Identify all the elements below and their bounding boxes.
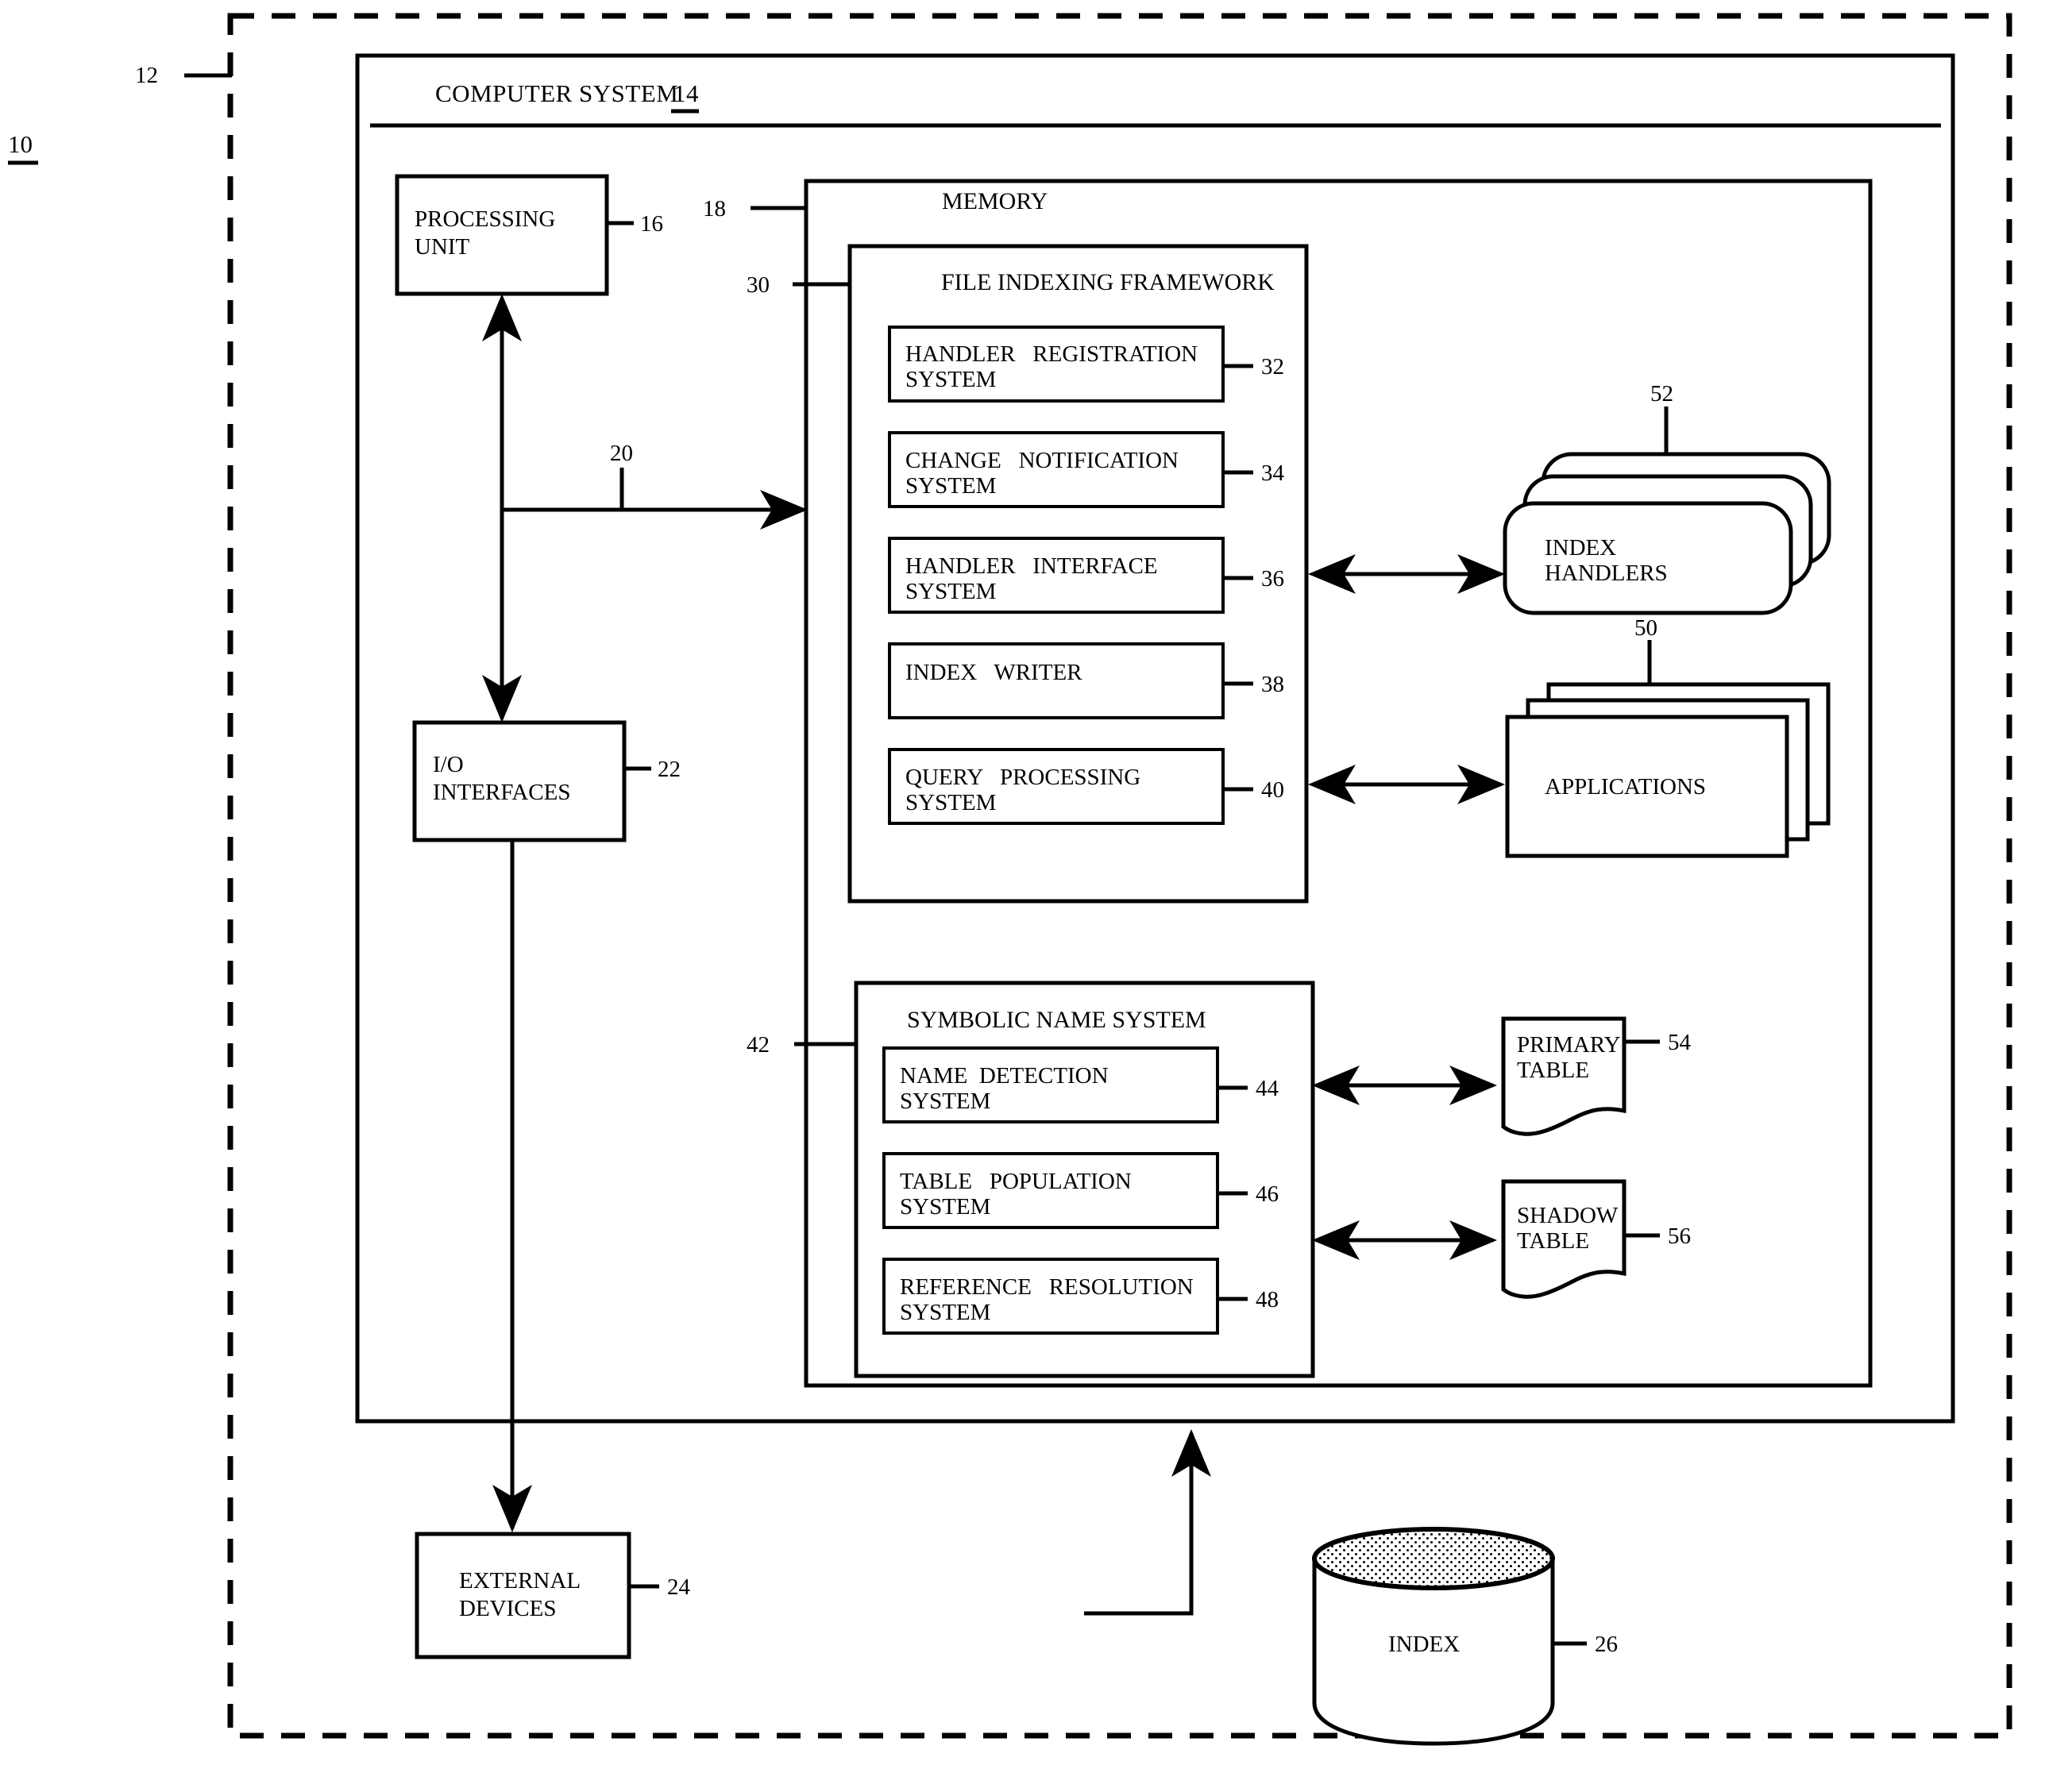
index-writer-line1: INDEX WRITER xyxy=(905,660,1082,685)
table-population-system-line2: SYSTEM xyxy=(900,1194,990,1220)
index-database-cylinder: INDEX xyxy=(1312,1527,1555,1746)
index-to-memory-arrow xyxy=(1084,1429,1212,1616)
io-interfaces-label-line1: I/O xyxy=(433,752,464,777)
symbolic-name-system-title: SYMBOLIC NAME SYSTEM xyxy=(907,1007,1206,1033)
primary-table-ref: 54 xyxy=(1668,1030,1692,1055)
ref-10-group: 10 xyxy=(8,130,38,165)
processing-unit-label-line2: UNIT xyxy=(415,234,470,260)
processing-unit-label-line1: PROCESSING xyxy=(415,206,555,232)
index-store-ref: 26 xyxy=(1595,1632,1618,1657)
file-indexing-framework-title: FILE INDEXING FRAMEWORK xyxy=(941,269,1275,295)
index-cylinder-top xyxy=(1312,1527,1555,1590)
handler-interface-system-line2: SYSTEM xyxy=(905,579,996,604)
reference-resolution-system-line2: SYSTEM xyxy=(900,1300,990,1325)
index-handlers-ref: 52 xyxy=(1650,381,1673,407)
change-notification-system-line1: CHANGE NOTIFICATION xyxy=(905,448,1179,473)
shadow-table-label-line2: TABLE xyxy=(1517,1228,1589,1254)
change-notification-system-ref: 34 xyxy=(1261,461,1285,486)
query-processing-system-ref: 40 xyxy=(1261,777,1284,803)
computer-system-ref-group: 14 xyxy=(671,79,699,114)
index-handlers-label-line2: HANDLERS xyxy=(1545,561,1668,586)
name-detection-system-line1: NAME DETECTION xyxy=(900,1063,1109,1089)
ref-12-group: 12 xyxy=(135,63,232,88)
index-store-label: INDEX xyxy=(1388,1632,1460,1657)
memory-ref: 18 xyxy=(703,196,726,222)
applications-stack: APPLICATIONS xyxy=(1505,682,1831,858)
memory-title: MEMORY xyxy=(942,188,1048,214)
computer-system-ref: 14 xyxy=(673,79,699,107)
shadow-table-label-line1: SHADOW xyxy=(1517,1203,1619,1228)
table-population-system-ref: 46 xyxy=(1256,1181,1279,1207)
handler-interface-system-ref: 36 xyxy=(1261,566,1284,592)
handler-registration-system-ref: 32 xyxy=(1261,354,1284,380)
primary-table-label-line1: PRIMARY xyxy=(1517,1032,1621,1058)
reference-resolution-system-ref: 48 xyxy=(1256,1287,1279,1312)
index-handlers-stack: INDEX HANDLERS xyxy=(1503,452,1831,615)
applications-label: APPLICATIONS xyxy=(1545,774,1706,800)
handler-registration-system-line2: SYSTEM xyxy=(905,367,996,392)
computer-system-title: COMPUTER SYSTEM xyxy=(435,79,678,107)
index-writer-ref: 38 xyxy=(1261,672,1284,697)
io-interfaces-ref: 22 xyxy=(658,757,681,782)
handler-registration-system-line1: HANDLER REGISTRATION xyxy=(905,341,1198,367)
bus-ref: 20 xyxy=(610,441,633,466)
change-notification-system-line2: SYSTEM xyxy=(905,473,996,499)
query-processing-system-line2: SYSTEM xyxy=(905,790,996,815)
handler-interface-system-line1: HANDLER INTERFACE xyxy=(905,553,1158,579)
table-population-system-line1: TABLE POPULATION xyxy=(900,1169,1132,1194)
index-handlers-label-line1: INDEX xyxy=(1545,535,1616,561)
applications-ref: 50 xyxy=(1634,615,1657,641)
ref-10-label: 10 xyxy=(8,130,33,158)
external-devices-ref: 24 xyxy=(667,1574,691,1600)
name-detection-system-line2: SYSTEM xyxy=(900,1089,990,1114)
shadow-table-ref: 56 xyxy=(1668,1224,1691,1249)
primary-table-label-line2: TABLE xyxy=(1517,1058,1589,1083)
external-devices-label-line2: DEVICES xyxy=(459,1596,556,1621)
symbolic-name-system-ref: 42 xyxy=(747,1032,770,1058)
patent-block-diagram: 10 12 COMPUTER SYSTEM 14 PROCESSING UNIT… xyxy=(8,13,2012,1746)
ref-12-label: 12 xyxy=(135,63,158,88)
name-detection-system-ref: 44 xyxy=(1256,1076,1279,1101)
external-devices-label-line1: EXTERNAL xyxy=(459,1568,581,1594)
figure-canvas: 10 12 COMPUTER SYSTEM 14 PROCESSING UNIT… xyxy=(0,0,2049,1792)
io-interfaces-label-line2: INTERFACES xyxy=(433,780,570,805)
file-indexing-framework-ref: 30 xyxy=(747,272,770,298)
processing-unit-ref: 16 xyxy=(640,211,663,237)
reference-resolution-system-line1: REFERENCE RESOLUTION xyxy=(900,1274,1194,1300)
query-processing-system-line1: QUERY PROCESSING xyxy=(905,765,1140,790)
